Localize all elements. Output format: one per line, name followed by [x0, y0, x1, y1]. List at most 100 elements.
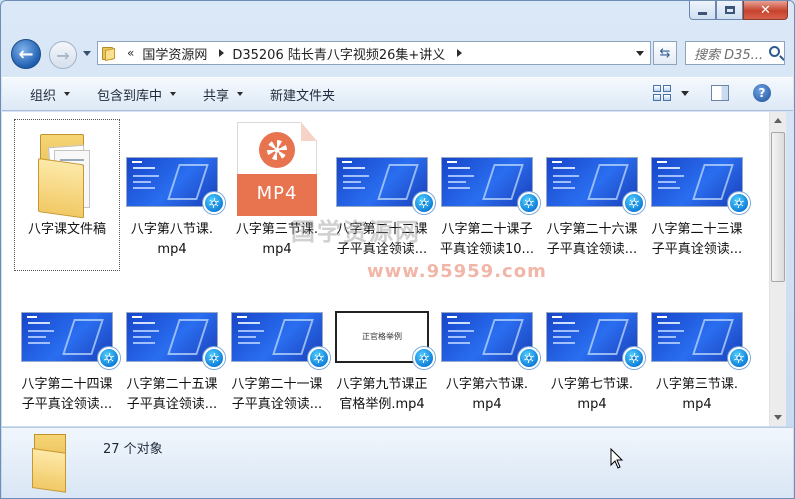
file-name-line: mp4 — [262, 242, 292, 257]
scroll-thumb[interactable] — [771, 132, 785, 282]
file-name-line: 八字第二十二课 — [336, 222, 428, 237]
file-item-video[interactable]: 正官格举例 八字第九节课正 官格举例.mp4 — [330, 275, 435, 425]
chevron-down-icon — [64, 92, 71, 96]
file-name: 八字第九节课正 官格举例.mp4 — [330, 375, 434, 415]
maximize-icon — [724, 6, 735, 14]
file-item-folder[interactable]: 八字课文件稿 — [14, 119, 120, 271]
details-pane: 27 个对象 — [2, 427, 793, 498]
file-name-line: mp4 — [682, 397, 712, 412]
file-thumbnail: MP4 — [225, 120, 329, 216]
file-name-line: 八字第二十课子 — [441, 222, 533, 237]
video-thumbnail — [547, 158, 645, 214]
recent-pages-dropdown[interactable] — [83, 51, 91, 56]
file-name: 八字第二十一课 子平真诠领读... — [225, 375, 329, 415]
file-list[interactable]: 八字课文件稿 八字第八节课. mp4 MP4 八字第三节课. mp4 八字第二十二课… — [2, 112, 769, 426]
file-item-video[interactable]: 八字第二十六课 子平真诠领读... — [540, 120, 645, 270]
command-bar: 组织 包含到库中 共享 新建文件夹 ? — [2, 77, 793, 111]
breadcrumb-item[interactable]: D35206 陆长青八字视频26集+讲义 — [232, 44, 445, 63]
file-item-video[interactable]: 八字第二十二课 子平真诠领读... — [330, 120, 435, 270]
file-name-line: 八字第三节课. — [655, 377, 739, 392]
file-name-line: 八字第二十三课 — [651, 222, 743, 237]
folder-icon — [32, 434, 78, 493]
explorer-window: ✕ ← → « 国学资源网 D35206 陆长青八字视频26集+讲义 ⇆ 搜索 … — [0, 0, 795, 499]
video-thumbnail — [337, 158, 435, 214]
file-item-video[interactable]: 八字第二十三课 子平真诠领读... — [645, 120, 750, 270]
refresh-button[interactable]: ⇆ — [653, 41, 677, 65]
file-item-video[interactable]: 八字第二十课子 平真诠领读10... — [435, 120, 540, 270]
view-options-dropdown-icon[interactable] — [681, 90, 689, 96]
file-thumbnail — [120, 275, 225, 371]
change-view-icon[interactable] — [653, 85, 671, 101]
file-item-video[interactable]: 八字第八节课. mp4 — [120, 120, 225, 270]
forward-arrow-icon: → — [56, 45, 70, 65]
help-icon[interactable]: ? — [753, 84, 771, 102]
search-placeholder: 搜索 D35... — [694, 47, 764, 63]
scroll-up-icon[interactable] — [774, 118, 782, 123]
item-count: 27 个对象 — [103, 442, 163, 457]
file-item-video[interactable]: 八字第七节课. mp4 — [540, 275, 645, 425]
video-reel-icon — [308, 347, 330, 369]
file-name: 八字第二十课子 平真诠领读10... — [435, 220, 539, 260]
file-name-line: 八字第六节课. — [445, 377, 529, 392]
address-dropdown-icon[interactable] — [636, 51, 644, 56]
video-reel-icon — [623, 192, 645, 214]
video-thumbnail — [232, 313, 330, 369]
file-name-line: 八字第八节课. — [130, 222, 214, 237]
file-thumbnail — [645, 120, 750, 216]
file-item-video[interactable]: 八字第二十五课 子平真诠领读... — [120, 275, 225, 425]
breadcrumb-item[interactable]: 国学资源网 — [142, 44, 207, 63]
file-name-line: mp4 — [577, 397, 607, 412]
file-item-video[interactable]: 八字第二十四课 子平真诠领读... — [15, 275, 120, 425]
maximize-button[interactable] — [716, 1, 743, 20]
video-reel-icon — [518, 347, 540, 369]
breadcrumb-overflow[interactable]: « — [127, 46, 134, 60]
file-thumbnail — [645, 275, 750, 371]
vertical-scrollbar[interactable] — [769, 112, 786, 426]
refresh-icon: ⇆ — [659, 45, 671, 61]
forward-button[interactable]: → — [49, 41, 77, 69]
breadcrumb-separator-icon[interactable] — [457, 49, 463, 57]
file-item-video[interactable]: 八字第二十一课 子平真诠领读... — [225, 275, 330, 425]
share-menu[interactable]: 共享 — [203, 85, 244, 104]
file-thumbnail — [120, 120, 225, 216]
include-in-library-label: 包含到库中 — [97, 88, 163, 104]
video-thumbnail — [127, 313, 225, 369]
organize-menu[interactable]: 组织 — [30, 85, 71, 104]
file-name-line: 八字第九节课正 — [336, 377, 428, 392]
file-name-line: 官格举例.mp4 — [339, 397, 425, 412]
caption-buttons: ✕ — [689, 1, 788, 20]
file-item-video[interactable]: 八字第六节课. mp4 — [435, 275, 540, 425]
share-label: 共享 — [203, 88, 230, 104]
folder-icon — [36, 134, 98, 219]
file-name: 八字第八节课. mp4 — [120, 220, 224, 260]
file-name-line: 八字第七节课. — [550, 377, 634, 392]
search-input[interactable]: 搜索 D35... — [685, 41, 785, 65]
include-in-library-menu[interactable]: 包含到库中 — [97, 85, 177, 104]
video-thumbnail — [652, 313, 750, 369]
scroll-down-icon[interactable] — [774, 415, 782, 420]
minimize-button[interactable] — [689, 1, 716, 20]
thumbnail-text: 正官格举例 — [362, 332, 402, 341]
file-thumbnail: 正官格举例 — [330, 275, 435, 371]
video-reel-icon — [203, 192, 225, 214]
video-thumbnail — [442, 158, 540, 214]
file-name: 八字第三节课. mp4 — [645, 375, 749, 415]
new-folder-button[interactable]: 新建文件夹 — [270, 85, 335, 104]
organize-label: 组织 — [30, 88, 57, 104]
video-thumbnail — [127, 158, 225, 214]
file-name-line: 子平真诠领读... — [21, 397, 113, 412]
close-button[interactable]: ✕ — [743, 1, 788, 20]
preview-pane-icon[interactable] — [711, 85, 729, 101]
video-reel-icon — [728, 192, 750, 214]
back-button[interactable]: ← — [11, 39, 41, 69]
breadcrumb-separator-icon[interactable] — [219, 49, 225, 57]
file-name-line: 子平真诠领读... — [336, 242, 428, 257]
mp4-badge: MP4 — [256, 183, 298, 204]
address-bar[interactable]: « 国学资源网 D35206 陆长青八字视频26集+讲义 — [97, 41, 651, 65]
file-item-video[interactable]: 八字第三节课. mp4 — [645, 275, 750, 425]
file-thumbnail — [15, 120, 119, 219]
file-item-mp4[interactable]: MP4 八字第三节课. mp4 — [225, 120, 329, 270]
file-name: 八字第二十六课 子平真诠领读... — [540, 220, 644, 260]
search-icon — [769, 46, 780, 57]
file-name: 八字第二十五课 子平真诠领读... — [120, 375, 224, 415]
